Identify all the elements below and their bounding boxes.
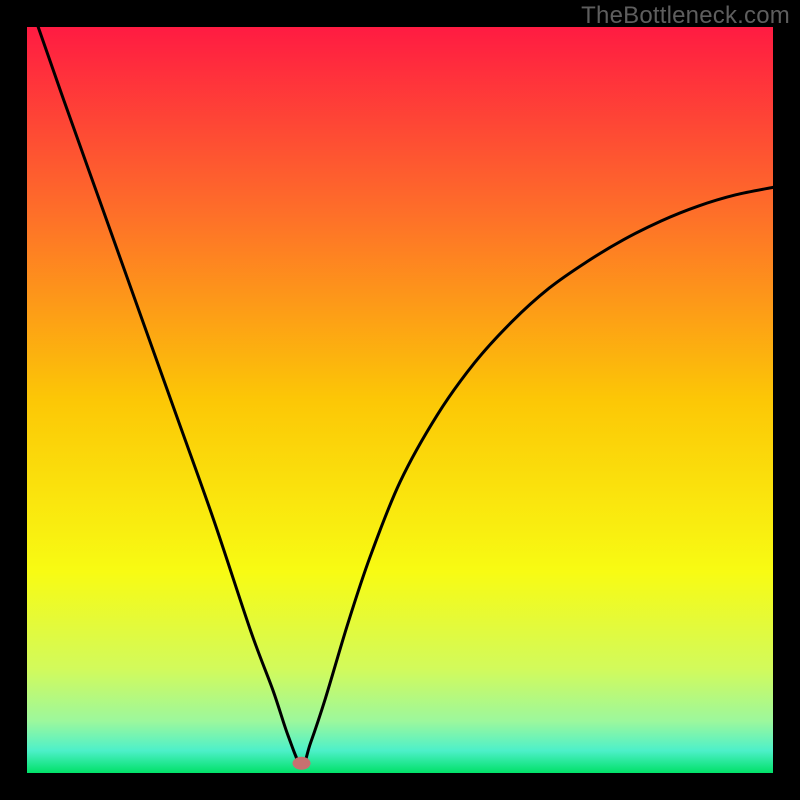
chart-plot-area [27,27,773,773]
minimum-marker [293,757,311,770]
watermark-text: TheBottleneck.com [581,2,790,30]
chart-svg [27,27,773,773]
chart-frame: TheBottleneck.com [0,0,800,800]
gradient-background [27,27,773,773]
